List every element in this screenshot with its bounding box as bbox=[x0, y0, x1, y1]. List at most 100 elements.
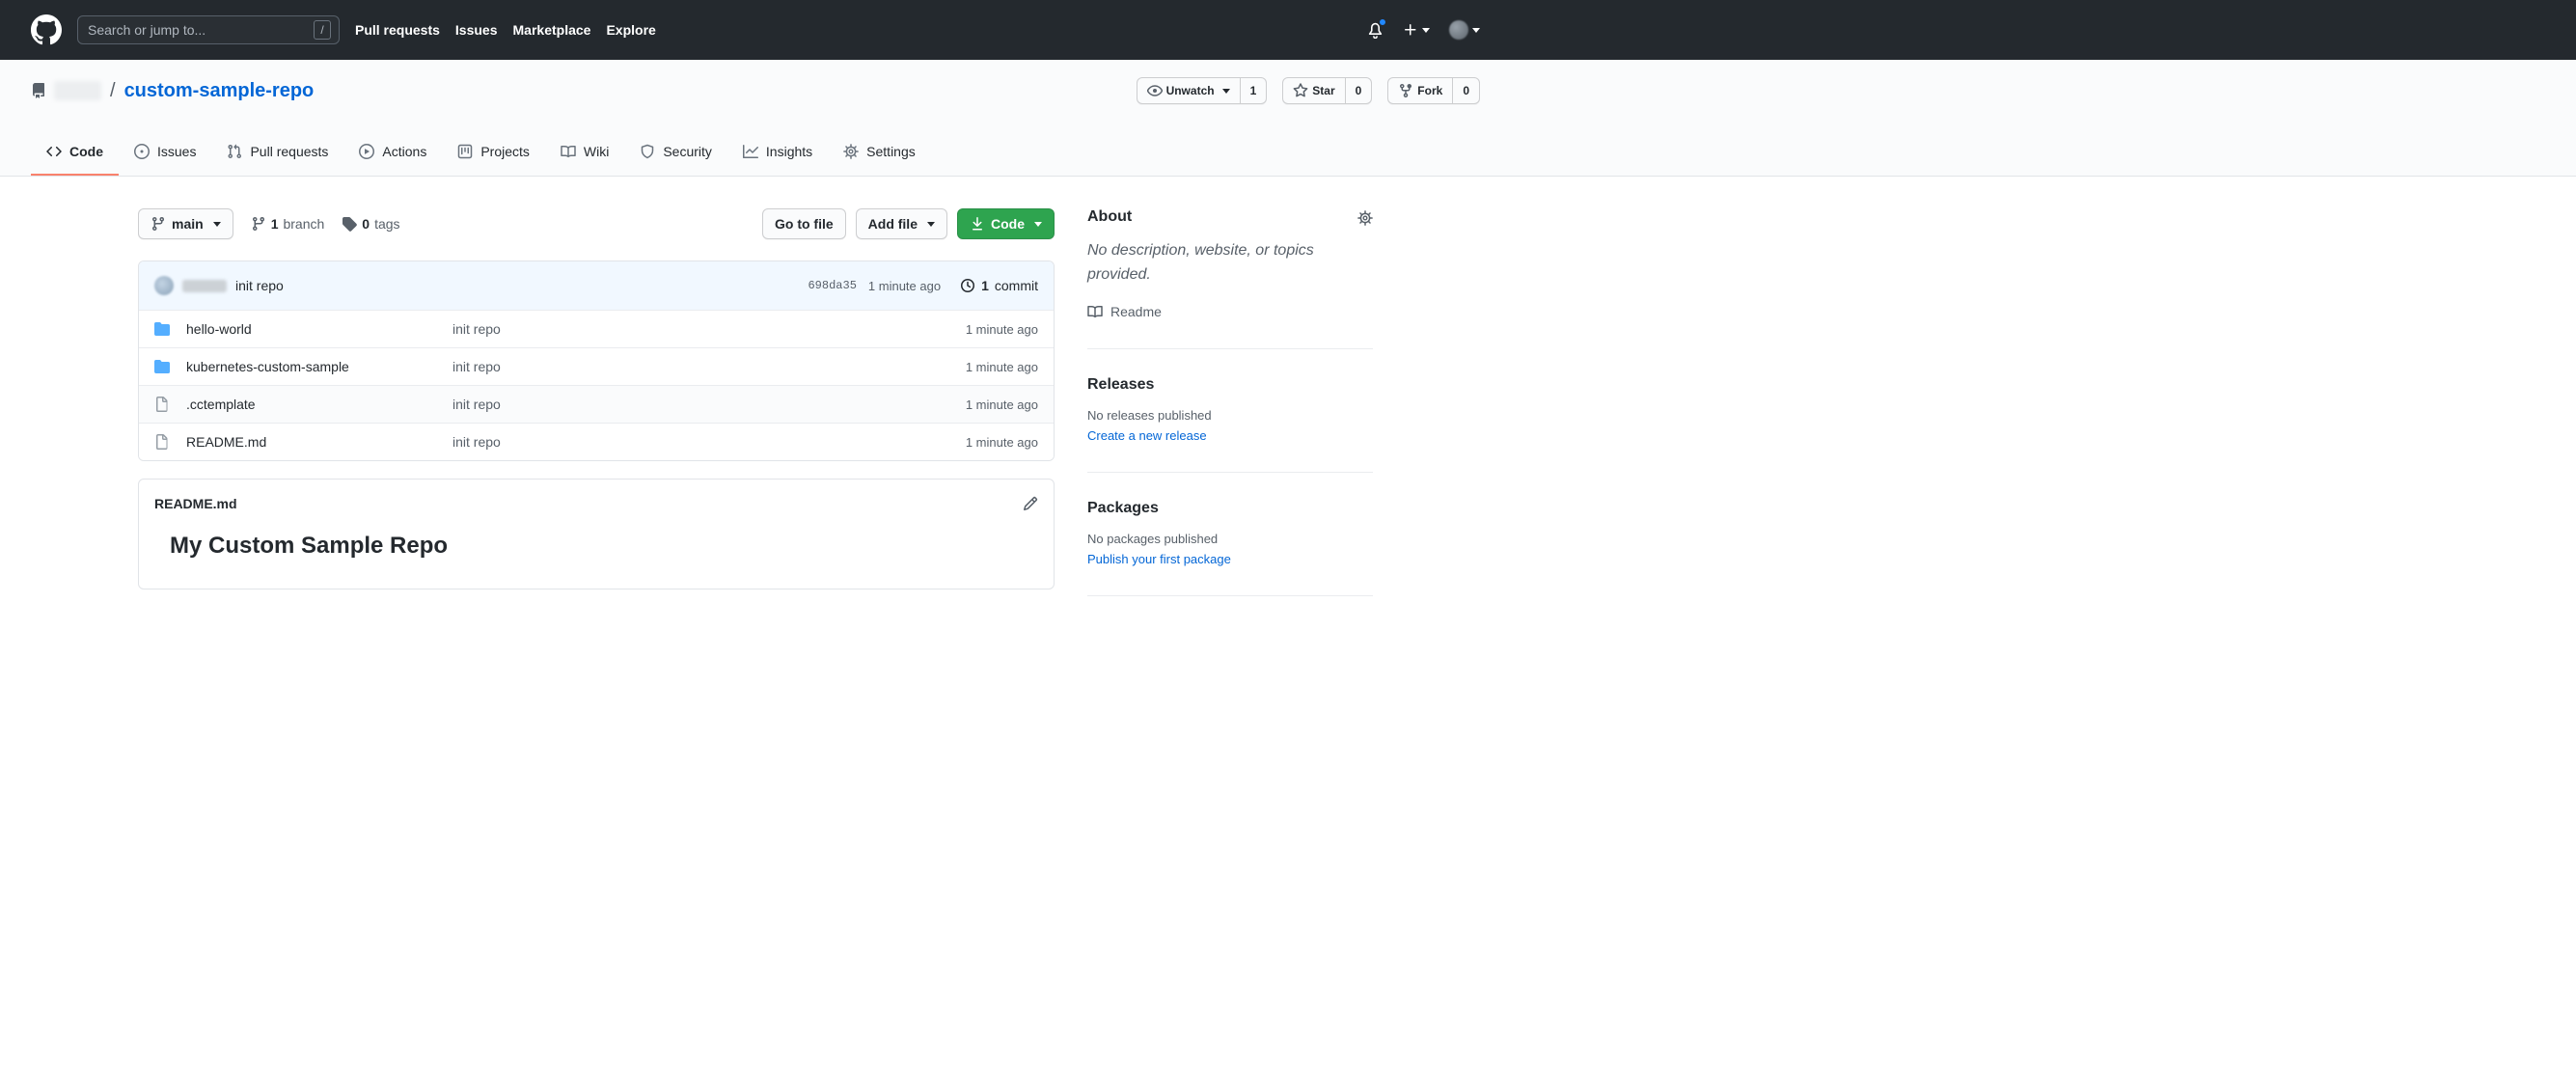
add-file-button[interactable]: Add file bbox=[855, 208, 947, 239]
shield-icon bbox=[640, 144, 655, 159]
about-section: About No description, website, or topics… bbox=[1087, 208, 1373, 349]
commit-timestamp: 1 minute ago bbox=[867, 278, 942, 293]
slash-shortcut-hint: / bbox=[314, 20, 331, 40]
branch-icon bbox=[251, 216, 266, 232]
branch-select-button[interactable]: main bbox=[138, 208, 233, 239]
app-header: / Pull requests Issues Marketplace Explo… bbox=[0, 0, 2576, 60]
commit-message-link[interactable]: init repo bbox=[235, 278, 284, 293]
branch-icon bbox=[151, 216, 166, 232]
breadcrumb-separator: / bbox=[110, 79, 116, 101]
star-button[interactable]: Star bbox=[1282, 77, 1346, 104]
create-new-menu[interactable] bbox=[1403, 22, 1430, 38]
sidebar-readme-link[interactable]: Readme bbox=[1087, 304, 1373, 319]
file-age: 1 minute ago bbox=[965, 397, 1038, 412]
play-icon bbox=[359, 144, 374, 159]
search-input[interactable] bbox=[86, 21, 314, 39]
commit-history-link[interactable]: 1 commit bbox=[960, 278, 1038, 293]
repo-icon bbox=[31, 83, 46, 98]
repo-tabs: Code Issues Pull requests Actions Projec… bbox=[31, 129, 1480, 176]
go-to-file-button[interactable]: Go to file bbox=[761, 208, 846, 239]
nav-issues[interactable]: Issues bbox=[455, 22, 498, 38]
file-name-link[interactable]: hello-world bbox=[186, 321, 252, 337]
commit-author-redacted[interactable] bbox=[182, 279, 227, 292]
branches-link[interactable]: 1 branch bbox=[251, 216, 324, 232]
fork-button[interactable]: Fork bbox=[1387, 77, 1454, 104]
file-age: 1 minute ago bbox=[965, 321, 1038, 337]
book-icon bbox=[1087, 304, 1103, 319]
file-name-link[interactable]: kubernetes-custom-sample bbox=[186, 359, 349, 374]
file-age: 1 minute ago bbox=[965, 434, 1038, 450]
book-icon bbox=[561, 144, 576, 159]
table-row[interactable]: .cctemplate init repo 1 minute ago bbox=[139, 385, 1054, 423]
fork-button-group: Fork 0 bbox=[1387, 77, 1480, 104]
about-title: About bbox=[1087, 208, 1133, 225]
watchers-count[interactable]: 1 bbox=[1240, 77, 1268, 104]
file-icon bbox=[154, 397, 170, 412]
github-logo-icon[interactable] bbox=[31, 14, 62, 45]
tab-code[interactable]: Code bbox=[31, 129, 119, 176]
about-description: No description, website, or topics provi… bbox=[1087, 242, 1314, 283]
readme-heading: My Custom Sample Repo bbox=[170, 533, 449, 560]
clock-history-icon bbox=[960, 278, 975, 293]
tags-link[interactable]: 0 tags bbox=[342, 216, 400, 232]
chevron-down-icon bbox=[1422, 27, 1430, 33]
file-name-link[interactable]: README.md bbox=[186, 434, 266, 450]
plus-icon bbox=[1403, 22, 1418, 38]
breadcrumb: / custom-sample-repo Unwatch 1 Star 0 Fo… bbox=[31, 75, 1480, 106]
repo-name-link[interactable]: custom-sample-repo bbox=[124, 80, 315, 102]
avatar bbox=[1449, 20, 1468, 40]
create-release-link[interactable]: Create a new release bbox=[1087, 428, 1373, 443]
readme-filename: README.md bbox=[154, 495, 237, 511]
commit-sha-link[interactable]: 698da35 bbox=[808, 279, 856, 292]
file-commit-message-link[interactable]: init repo bbox=[452, 359, 966, 374]
repo-owner-redacted[interactable] bbox=[54, 81, 101, 100]
forks-count[interactable]: 0 bbox=[1453, 77, 1480, 104]
chevron-down-icon bbox=[1472, 27, 1480, 33]
publish-package-link[interactable]: Publish your first package bbox=[1087, 552, 1373, 566]
watch-button-group: Unwatch 1 bbox=[1136, 77, 1268, 104]
tab-issues[interactable]: Issues bbox=[119, 129, 211, 176]
nav-marketplace[interactable]: Marketplace bbox=[513, 22, 591, 38]
file-commit-message-link[interactable]: init repo bbox=[452, 321, 966, 337]
edit-about-button[interactable] bbox=[1357, 208, 1373, 225]
releases-empty-text: No releases published bbox=[1087, 407, 1212, 423]
commit-author-avatar[interactable] bbox=[154, 276, 174, 295]
tag-icon bbox=[342, 216, 357, 232]
pencil-icon bbox=[1023, 496, 1038, 511]
packages-section: Packages No packages published Publish y… bbox=[1087, 473, 1373, 596]
top-nav: Pull requests Issues Marketplace Explore bbox=[355, 22, 656, 38]
tab-projects[interactable]: Projects bbox=[442, 129, 545, 176]
repo-header: / custom-sample-repo Unwatch 1 Star 0 Fo… bbox=[0, 60, 2576, 177]
edit-readme-button[interactable] bbox=[1023, 495, 1038, 511]
tab-insights[interactable]: Insights bbox=[727, 129, 828, 176]
download-icon bbox=[970, 216, 985, 232]
notifications-button[interactable] bbox=[1367, 17, 1387, 39]
nav-pull-requests[interactable]: Pull requests bbox=[355, 22, 440, 38]
repo-sidebar: About No description, website, or topics… bbox=[1087, 208, 1373, 596]
tab-pull-requests[interactable]: Pull requests bbox=[211, 129, 343, 176]
table-row[interactable]: kubernetes-custom-sample init repo 1 min… bbox=[139, 347, 1054, 385]
user-menu[interactable] bbox=[1449, 20, 1480, 40]
tab-actions[interactable]: Actions bbox=[343, 129, 442, 176]
file-icon bbox=[154, 434, 170, 450]
table-row[interactable]: hello-world init repo 1 minute ago bbox=[139, 310, 1054, 347]
code-download-button[interactable]: Code bbox=[957, 208, 1055, 239]
stars-count[interactable]: 0 bbox=[1345, 77, 1373, 104]
search-box[interactable]: / bbox=[77, 15, 340, 44]
file-commit-message-link[interactable]: init repo bbox=[452, 434, 966, 450]
file-age: 1 minute ago bbox=[965, 359, 1038, 374]
file-commit-message-link[interactable]: init repo bbox=[452, 397, 966, 412]
unread-notification-dot bbox=[1378, 17, 1387, 28]
unwatch-button[interactable]: Unwatch bbox=[1136, 77, 1241, 104]
tab-wiki[interactable]: Wiki bbox=[545, 129, 624, 176]
file-name-link[interactable]: .cctemplate bbox=[186, 397, 256, 412]
nav-explore[interactable]: Explore bbox=[606, 22, 655, 38]
issue-icon bbox=[134, 144, 150, 159]
graph-icon bbox=[743, 144, 758, 159]
tab-settings[interactable]: Settings bbox=[828, 129, 931, 176]
table-row[interactable]: README.md init repo 1 minute ago bbox=[139, 423, 1054, 460]
eye-icon bbox=[1147, 83, 1163, 98]
tab-security[interactable]: Security bbox=[624, 129, 727, 176]
folder-icon bbox=[154, 321, 170, 337]
fork-icon bbox=[1398, 83, 1413, 98]
